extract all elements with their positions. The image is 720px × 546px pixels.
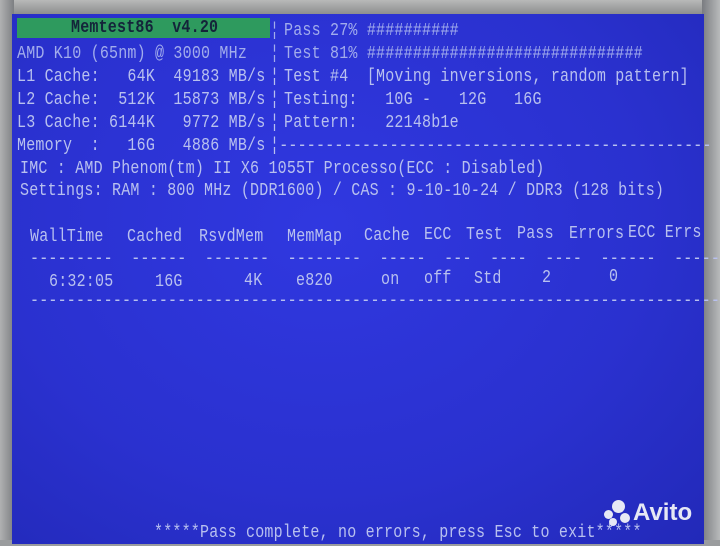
avito-logo-text: Avito [633,499,693,526]
cell-errors: 0 [609,266,619,287]
test-bar: ############################## [366,43,643,64]
memtest-screen: Memtest86 v4.20 AMD K10 (65nm) @ 3000 MH… [12,14,720,544]
pattern: Pattern: 22148b1e [284,112,459,133]
pass-label: Pass 27% [284,20,358,41]
title-bar: Memtest86 v4.20 [17,17,270,38]
avito-logo-icon [604,500,630,526]
col-test: Test [466,224,503,245]
monitor-bezel-top [0,0,720,14]
status-message: *****Pass complete, no errors, press Esc… [154,522,642,543]
avito-watermark: Avito [604,496,704,530]
settings-info: Settings: RAM : 800 MHz (DDR1600) / CAS … [20,180,665,201]
test-label: Test 81% [284,43,358,64]
col-ecc-errs: ECC Errs [628,222,702,243]
col-ecc: ECC [424,224,452,245]
table-bottom-line: ----------------------------------------… [30,290,720,311]
app-title: Memtest86 v4.20 [71,17,219,38]
pass-bar: ########## [366,20,459,41]
col-errors: Errors [569,223,625,244]
col-pass: Pass [517,223,554,244]
